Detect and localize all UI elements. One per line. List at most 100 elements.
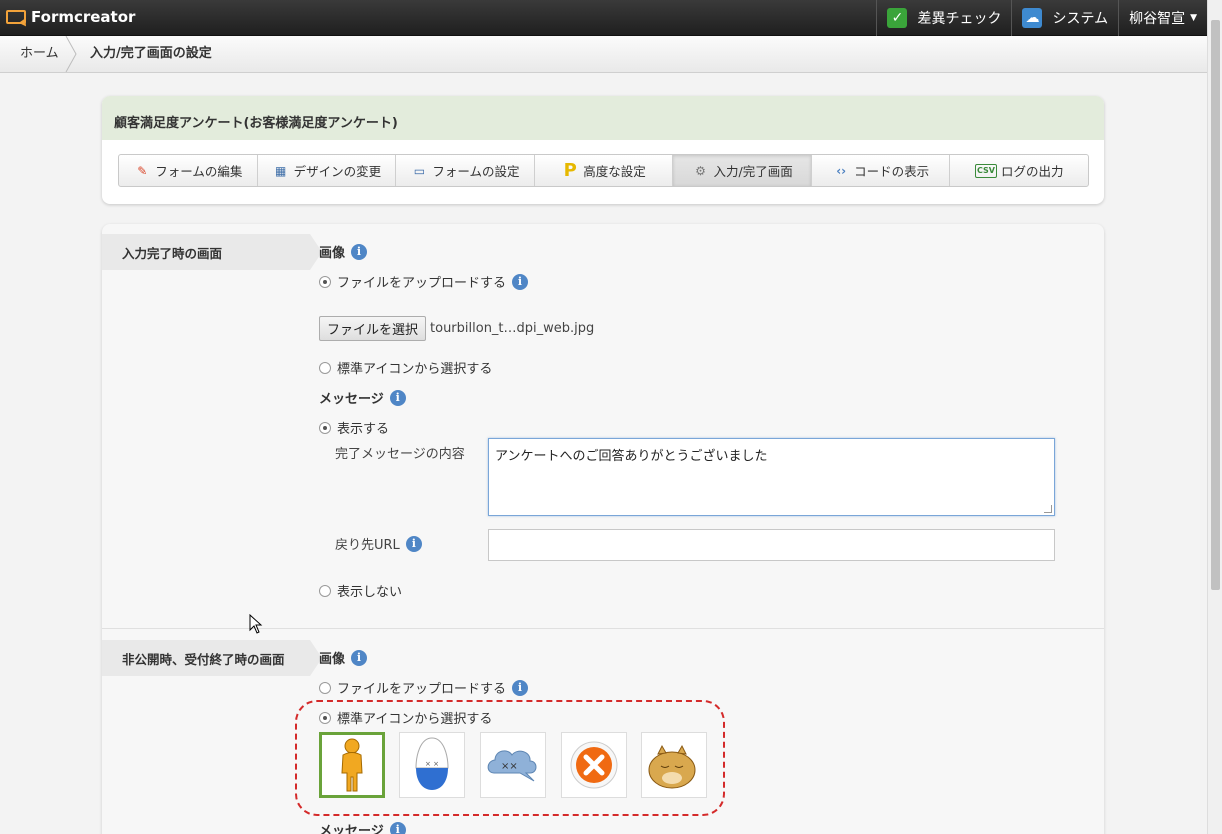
tab-label: フォームの編集 [155, 164, 243, 179]
icon-choice-dizzy-cloud[interactable]: ×× [480, 732, 546, 798]
message-content-textarea[interactable]: アンケートへのご回答ありがとうございました [488, 438, 1055, 516]
tab-label: 入力/完了画面 [713, 164, 793, 179]
closed-message-title-text: メッセージ [319, 824, 384, 834]
closed-upload-option[interactable]: ファイルをアップロードする i [319, 678, 529, 697]
return-url-input[interactable] [488, 529, 1055, 561]
pencil-icon: ✎ [137, 163, 148, 178]
tab-label: ログの出力 [1001, 164, 1064, 179]
mouse-cursor-icon [249, 614, 263, 634]
gear-icon: ⚙ [695, 163, 706, 178]
info-icon[interactable]: i [405, 535, 422, 552]
return-url-label: 戻り先URL i [335, 534, 422, 553]
p-icon: P [563, 160, 577, 181]
hide-option-label: 表示しない [337, 585, 403, 600]
closed-standard-icon-radio[interactable] [319, 711, 331, 724]
upload-option-label: ファイルをアップロードする [337, 276, 507, 291]
monitor-icon: ▭ [413, 163, 426, 178]
info-icon[interactable]: i [351, 243, 368, 260]
info-icon[interactable]: i [512, 273, 529, 290]
breadcrumb-home[interactable]: ホーム [20, 36, 59, 72]
tab-log-export[interactable]: CSV ログの出力 [950, 155, 1088, 186]
tab-design[interactable]: ▦ デザインの変更 [258, 155, 397, 186]
closed-upload-option-label: ファイルをアップロードする [337, 682, 507, 697]
svg-text:× ×: × × [425, 760, 439, 768]
upload-option[interactable]: ファイルをアップロードする i [319, 272, 529, 291]
settings-panel: 入力完了時の画面 画像 i ファイルをアップロードする i ファイルを選択 to… [102, 224, 1104, 834]
icon-choice-sleeping-hamster[interactable] [641, 732, 707, 798]
return-url-label-text: 戻り先URL [335, 538, 400, 553]
info-icon[interactable]: i [512, 679, 529, 696]
formcreator-logo-icon [6, 10, 26, 24]
form-title: 顧客満足度アンケート(お客様満足度アンケート) [102, 96, 1104, 140]
image-title: 画像 i [319, 242, 368, 261]
info-icon[interactable]: i [389, 389, 406, 406]
system-button[interactable]: ☁ システム [1011, 0, 1118, 36]
selected-file-name: tourbillon_t…dpi_web.jpg [430, 321, 595, 336]
choose-file-button[interactable]: ファイルを選択 [319, 316, 427, 341]
closed-message-title: メッセージ i [319, 820, 406, 834]
icon-choice-close-circle[interactable] [561, 732, 627, 798]
tab-form-settings[interactable]: ▭ フォームの設定 [396, 155, 535, 186]
form-header-panel: 顧客満足度アンケート(お客様満足度アンケート) ✎ フォームの編集 ▦ デザイン… [102, 96, 1104, 204]
image-title-text: 画像 [319, 246, 346, 261]
show-option[interactable]: 表示する [319, 418, 389, 437]
page-scrollbar[interactable] [1207, 0, 1222, 834]
diff-check-button[interactable]: ✓ 差異チェック [876, 0, 1011, 36]
hide-radio[interactable] [319, 584, 331, 597]
user-name: 柳谷智宣 [1129, 11, 1186, 27]
breadcrumb: ホーム 入力/完了画面の設定 [0, 36, 1207, 73]
icon-choice-egg-character[interactable]: × × [399, 732, 465, 798]
scrollbar-thumb[interactable] [1211, 20, 1220, 590]
tab-advanced[interactable]: P 高度な設定 [535, 155, 674, 186]
close-circle-icon [570, 741, 618, 789]
info-icon[interactable]: i [351, 649, 368, 666]
brand-logo[interactable]: Formcreator [6, 8, 135, 26]
info-icon[interactable]: i [389, 821, 406, 834]
section-label-completion: 入力完了時の画面 [102, 234, 322, 270]
closed-image-title: 画像 i [319, 648, 368, 667]
top-bar: Formcreator ✓ 差異チェック ☁ システム 柳谷智宣 ▼ [0, 0, 1207, 36]
user-menu[interactable]: 柳谷智宣 ▼ [1118, 0, 1207, 36]
closed-standard-icon-option[interactable]: 標準アイコンから選択する [319, 708, 492, 727]
check-icon: ✓ [887, 8, 908, 28]
brand-name: Formcreator [31, 8, 136, 26]
closed-upload-radio[interactable] [319, 681, 331, 694]
design-icon: ▦ [274, 163, 287, 178]
section-label-closed: 非公開時、受付終了時の画面 [102, 640, 322, 676]
standard-icon-radio[interactable] [319, 361, 331, 374]
form-tabs: ✎ フォームの編集 ▦ デザインの変更 ▭ フォームの設定 P 高度な設定 ⚙ … [118, 154, 1089, 187]
hide-option[interactable]: 表示しない [319, 581, 402, 600]
tab-input-complete[interactable]: ⚙ 入力/完了画面 [673, 155, 812, 186]
tab-label: コードの表示 [854, 164, 930, 179]
dizzy-cloud-icon: ×× [487, 750, 537, 782]
csv-icon: CSV [975, 163, 997, 178]
file-upload-row: ファイルを選択 tourbillon_t…dpi_web.jpg [319, 316, 594, 341]
tab-form-edit[interactable]: ✎ フォームの編集 [119, 155, 258, 186]
tab-label: デザインの変更 [293, 164, 382, 179]
tab-label: 高度な設定 [583, 164, 646, 179]
sleeping-hamster-icon [648, 744, 696, 789]
show-option-label: 表示する [337, 422, 390, 437]
message-title-text: メッセージ [319, 392, 384, 407]
breadcrumb-current: 入力/完了画面の設定 [90, 46, 212, 61]
chevron-down-icon: ▼ [1190, 13, 1197, 23]
system-label: システム [1052, 11, 1109, 27]
standard-icon-option[interactable]: 標準アイコンから選択する [319, 358, 492, 377]
egg-character-icon: × × [415, 737, 449, 790]
message-title: メッセージ i [319, 388, 406, 407]
icon-choice-bowing-person[interactable] [319, 732, 385, 798]
bowing-person-icon [341, 738, 363, 792]
tab-code[interactable]: ‹› コードの表示 [812, 155, 951, 186]
show-radio[interactable] [319, 421, 331, 434]
closed-standard-icon-option-label: 標準アイコンから選択する [337, 712, 493, 727]
system-icon: ☁ [1022, 8, 1043, 28]
standard-icon-option-label: 標準アイコンから選択する [337, 362, 493, 377]
upload-radio[interactable] [319, 275, 331, 288]
closed-image-title-text: 画像 [319, 652, 346, 667]
svg-text:××: ×× [501, 761, 518, 772]
code-icon: ‹› [836, 163, 847, 178]
tab-label: フォームの設定 [432, 164, 520, 179]
diff-check-label: 差異チェック [917, 11, 1002, 27]
breadcrumb-separator-icon [65, 36, 77, 72]
message-content-label: 完了メッセージの内容 [335, 447, 465, 462]
